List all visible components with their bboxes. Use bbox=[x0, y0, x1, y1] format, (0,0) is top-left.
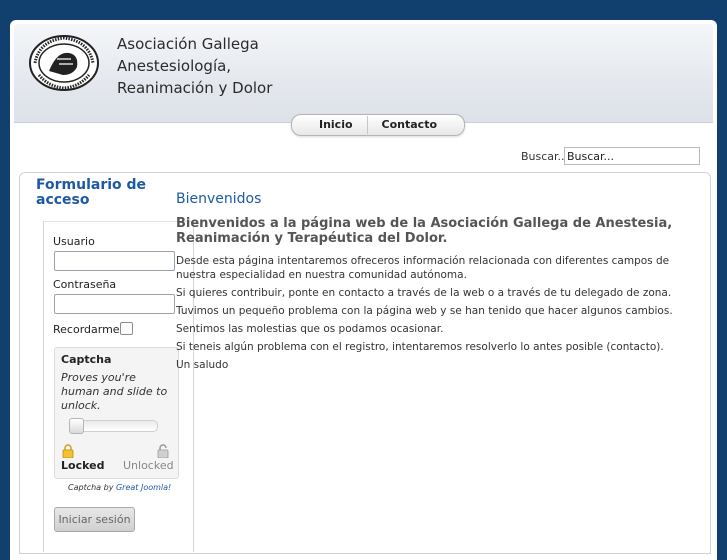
article-title: Bienvenidos a la página web de la Asocia… bbox=[176, 216, 673, 246]
remember-checkbox[interactable] bbox=[120, 322, 133, 335]
captcha-credit-link[interactable]: Great Joomla! bbox=[116, 483, 171, 492]
captcha-locked-label: Locked bbox=[61, 459, 105, 472]
article-paragraph: Sentimos las molestias que os podamos oc… bbox=[176, 323, 444, 335]
captcha-slider-handle[interactable] bbox=[69, 418, 84, 434]
main-nav: Inicio Contacto bbox=[291, 114, 465, 136]
lock-closed-icon bbox=[62, 444, 74, 458]
article-paragraph: Tuvimos un pequeño problema con la págin… bbox=[176, 305, 673, 317]
page-heading: Bienvenidos bbox=[176, 191, 262, 207]
captcha-box: Captcha Proves you're human and slide to… bbox=[54, 347, 179, 479]
captcha-hint: Proves you're human and slide to unlock. bbox=[61, 371, 168, 412]
article-paragraph: Si quieres contribuir, ponte en contacto… bbox=[176, 287, 672, 299]
nav-item-contacto[interactable]: Contacto bbox=[368, 115, 451, 135]
username-field[interactable] bbox=[54, 251, 175, 271]
site-title-line: Anestesiología, bbox=[117, 57, 232, 75]
captcha-title: Captcha bbox=[61, 353, 112, 366]
search-input[interactable] bbox=[564, 147, 700, 165]
site-title-line: Reanimación y Dolor bbox=[117, 79, 273, 97]
site-title-line: Asociación Gallega bbox=[117, 35, 259, 53]
nav-item-inicio[interactable]: Inicio bbox=[305, 115, 367, 135]
search-label: Buscar... bbox=[521, 150, 569, 163]
password-field[interactable] bbox=[54, 294, 175, 314]
article-paragraph: Desde esta página intentaremos ofreceros… bbox=[176, 255, 670, 281]
association-logo[interactable] bbox=[27, 33, 101, 93]
password-label: Contraseña bbox=[53, 278, 117, 291]
site-title: Asociación Gallega Anestesiología, Reani… bbox=[117, 33, 272, 99]
article-paragraph: Un saludo bbox=[176, 359, 229, 371]
login-form-title: Formulario de acceso bbox=[36, 177, 147, 208]
login-button[interactable]: Iniciar sesión bbox=[54, 507, 135, 532]
captcha-credit-prefix: Captcha by bbox=[68, 483, 114, 492]
captcha-unlocked-label: Unlocked bbox=[123, 459, 174, 472]
site-header: Asociación Gallega Anestesiología, Reani… bbox=[14, 24, 713, 123]
username-label: Usuario bbox=[53, 235, 95, 248]
remember-label: Recordarme bbox=[53, 323, 120, 336]
captcha-credit: Captcha by Great Joomla! bbox=[68, 483, 171, 492]
lock-open-icon bbox=[157, 444, 169, 458]
article-paragraph: Si teneis algún problema con el registro… bbox=[176, 341, 664, 353]
